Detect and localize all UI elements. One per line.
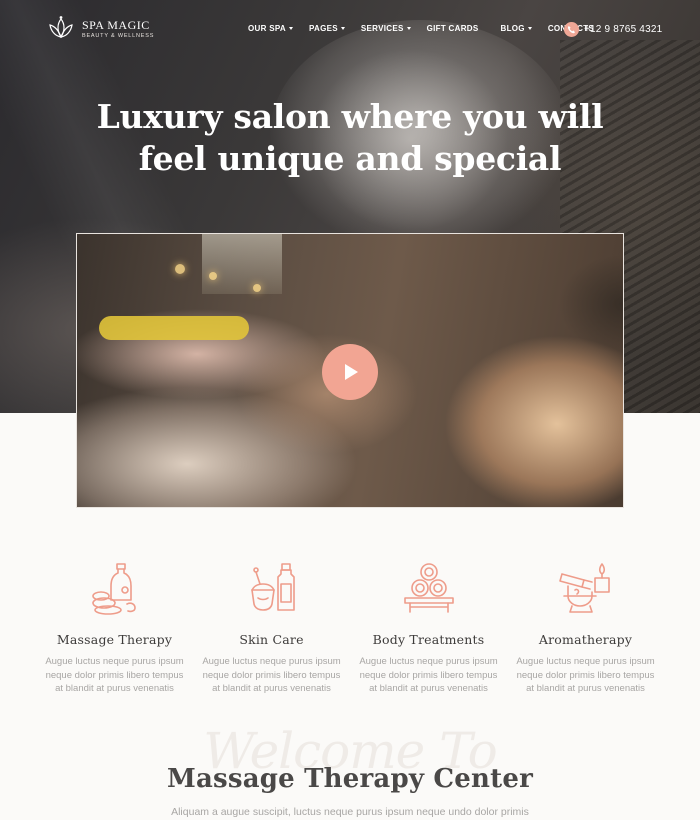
menu-item-label: OUR SPA	[248, 24, 286, 33]
service-description: Augue luctus neque purus ipsum neque dol…	[202, 656, 341, 694]
chevron-down-icon	[527, 27, 532, 30]
menu-item-label: PAGES	[308, 24, 338, 33]
hero-heading-line-1: Luxury salon where you will	[96, 97, 604, 136]
welcome-subtitle: Aliquam a augue suscipit, luctus neque p…	[171, 806, 529, 818]
phone-link[interactable]: +12 9 8765 4321	[564, 22, 662, 37]
menu-item-services[interactable]: SERVICES	[361, 24, 411, 33]
service-description: Augue luctus neque purus ipsum neque dol…	[45, 656, 184, 694]
brand-name: SPA MAGIC	[82, 18, 150, 32]
menu-item-our-spa[interactable]: OUR SPA	[248, 24, 293, 33]
massage-oil-stones-icon	[91, 563, 136, 615]
brand-logo[interactable]: SPA MAGIC BEAUTY & WELLNESS	[46, 15, 154, 43]
menu-item-blog[interactable]: BLOG	[501, 24, 532, 33]
chevron-down-icon	[406, 27, 411, 30]
video-bokeh-light	[175, 264, 185, 274]
play-button[interactable]	[322, 344, 378, 400]
chevron-down-icon	[340, 27, 345, 30]
welcome-heading: Massage Therapy Center	[167, 764, 533, 794]
menu-item-label: SERVICES	[360, 24, 404, 33]
chevron-down-icon	[288, 27, 293, 30]
video-yellow-pillow	[99, 316, 249, 340]
phone-number: +12 9 8765 4321	[584, 24, 663, 35]
service-title: Massage Therapy	[56, 632, 173, 647]
main-menu: OUR SPA PAGES SERVICES GIFT CARDS BLOG C…	[248, 24, 610, 33]
service-title: Skin Care	[239, 632, 304, 647]
service-aromatherapy[interactable]: Aromatherapy Augue luctus neque purus ip…	[507, 560, 664, 696]
play-icon	[345, 364, 358, 380]
service-title: Body Treatments	[372, 632, 485, 647]
service-title: Aromatherapy	[538, 632, 633, 647]
service-description: Augue luctus neque purus ipsum neque dol…	[359, 656, 498, 694]
menu-item-label: GIFT CARDS	[426, 24, 479, 33]
lotus-icon	[49, 16, 73, 39]
video-bokeh-light	[209, 272, 217, 280]
skin-care-products-icon	[250, 563, 295, 611]
aroma-candle-icon	[558, 563, 610, 613]
phone-icon	[564, 22, 579, 37]
hero-heading: Luxury salon where you will feel unique …	[0, 96, 700, 180]
video-bokeh-light	[253, 284, 261, 292]
service-skin-care[interactable]: Skin Care Augue luctus neque purus ipsum…	[193, 560, 350, 696]
rolled-towels-icon	[403, 563, 454, 613]
top-navigation: SPA MAGIC BEAUTY & WELLNESS OUR SPA PAGE…	[0, 0, 700, 62]
video-thumbnail[interactable]	[76, 233, 624, 508]
service-description: Augue luctus neque purus ipsum neque dol…	[516, 656, 655, 694]
menu-item-pages[interactable]: PAGES	[309, 24, 345, 33]
hero-heading-line-2: feel unique and special	[138, 139, 562, 178]
brand-tagline: BEAUTY & WELLNESS	[82, 33, 155, 39]
service-body-treatments[interactable]: Body Treatments Augue luctus neque purus…	[350, 560, 507, 696]
services-row: Massage Therapy Augue luctus neque purus…	[36, 560, 664, 696]
video-bg-window	[202, 234, 282, 294]
service-massage-therapy[interactable]: Massage Therapy Augue luctus neque purus…	[36, 560, 193, 696]
menu-item-label: BLOG	[500, 24, 525, 33]
page: SPA MAGIC BEAUTY & WELLNESS OUR SPA PAGE…	[0, 0, 700, 820]
menu-item-gift-cards[interactable]: GIFT CARDS	[427, 24, 479, 33]
